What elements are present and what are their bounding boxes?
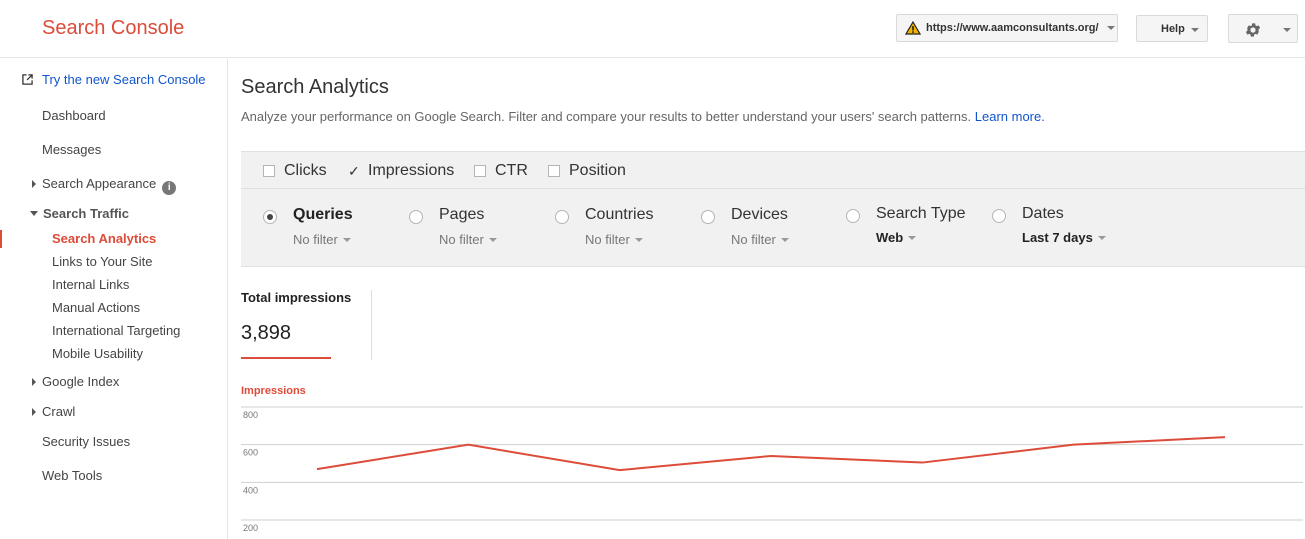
settings-button[interactable] (1228, 14, 1298, 43)
dimension-label: Dates (1022, 205, 1064, 222)
chevron-down-icon (1283, 28, 1291, 32)
series-line-impressions (316, 436, 1226, 472)
chevron-down-icon (1106, 26, 1115, 30)
dimension-label: Countries (585, 206, 654, 223)
sidebar-item-web-tools[interactable]: Web Tools (42, 468, 102, 483)
description-text: Analyze your performance on Google Searc… (241, 109, 972, 124)
dimensions-bar: Queries No filter Pages No filter Countr… (241, 189, 1305, 267)
collapse-arrow-icon[interactable] (30, 211, 38, 216)
filter-value: No filter (293, 232, 338, 247)
chevron-down-icon (488, 238, 497, 242)
sidebar-item-label: Search Appearance (42, 176, 157, 191)
chevron-down-icon (780, 238, 789, 242)
filter-dropdown[interactable]: Last 7 days (1022, 230, 1106, 245)
external-link-icon (22, 74, 33, 85)
metric-label: Clicks (284, 162, 327, 179)
radio-button[interactable] (701, 210, 715, 224)
radio-button[interactable] (992, 209, 1006, 223)
active-indicator (0, 230, 2, 248)
filter-dropdown[interactable]: Web (876, 230, 917, 245)
radio-button[interactable] (846, 209, 860, 223)
top-header: Search Console https://www.aamconsultant… (0, 0, 1305, 58)
dimension-label: Search Type (876, 205, 966, 222)
radio-button[interactable] (263, 210, 277, 224)
metric-label: CTR (495, 162, 528, 179)
metric-clicks[interactable]: Clicks (263, 162, 327, 180)
sidebar-item-security-issues[interactable]: Security Issues (42, 434, 130, 449)
dimension-label: Devices (731, 206, 788, 223)
site-url: https://www.aamconsultants.org/ (926, 22, 1099, 34)
radio-button[interactable] (409, 210, 423, 224)
warning-icon (905, 21, 921, 35)
filter-value: No filter (731, 232, 776, 247)
chevron-down-icon (1097, 236, 1106, 240)
gear-icon (1245, 23, 1261, 37)
filter-dropdown[interactable]: No filter (585, 232, 643, 247)
y-tick-label: 600 (243, 448, 258, 458)
sidebar-item-search-analytics[interactable]: Search Analytics (52, 231, 156, 246)
expand-arrow-icon[interactable] (32, 408, 36, 416)
sidebar: Try the new Search Console Dashboard Mes… (0, 59, 228, 539)
chart-title: Impressions (241, 385, 306, 397)
dimension-label: Pages (439, 206, 485, 223)
sidebar-item-messages[interactable]: Messages (42, 142, 101, 157)
chevron-down-icon (1191, 28, 1199, 32)
new-console-link[interactable]: Try the new Search Console (42, 72, 206, 87)
filter-value: Web (876, 230, 904, 245)
checkmark-icon[interactable]: ✓ (348, 163, 362, 180)
total-impressions-label: Total impressions (241, 290, 352, 305)
metric-label: Position (569, 162, 626, 179)
chevron-down-icon (634, 238, 643, 242)
filter-dropdown[interactable]: No filter (293, 232, 351, 247)
page-title: Search Analytics (241, 76, 389, 98)
help-label: Help (1161, 22, 1185, 35)
app-brand[interactable]: Search Console (42, 17, 184, 40)
info-icon[interactable]: i (162, 181, 177, 195)
help-button[interactable]: Help (1136, 15, 1208, 42)
chevron-down-icon (908, 236, 917, 240)
total-impressions-value: 3,898 (241, 322, 292, 344)
metric-ctr[interactable]: CTR (474, 162, 528, 180)
sidebar-item-search-appearance[interactable]: Search Appearance i (42, 176, 177, 195)
expand-arrow-icon[interactable] (32, 378, 36, 386)
filter-dropdown[interactable]: No filter (439, 232, 497, 247)
y-tick-label: 800 (243, 410, 258, 420)
filter-value: No filter (585, 232, 630, 247)
sidebar-item-search-traffic[interactable]: Search Traffic (43, 206, 129, 221)
sidebar-item-internal-links[interactable]: Internal Links (52, 277, 129, 292)
checkbox[interactable] (548, 165, 560, 177)
learn-more-link[interactable]: Learn more. (975, 109, 1045, 124)
sidebar-item-manual-actions[interactable]: Manual Actions (52, 300, 140, 315)
filter-value: No filter (439, 232, 484, 247)
sidebar-item-international-targeting[interactable]: International Targeting (52, 323, 180, 338)
filter-value: Last 7 days (1022, 230, 1093, 245)
metric-impressions[interactable]: ✓ Impressions (348, 162, 454, 180)
dimension-label: Queries (293, 206, 353, 223)
sidebar-item-links-to-your-site[interactable]: Links to Your Site (52, 254, 152, 269)
y-tick-label: 200 (243, 523, 258, 533)
checkbox[interactable] (263, 165, 275, 177)
sidebar-item-dashboard[interactable]: Dashboard (42, 108, 106, 123)
filter-dropdown[interactable]: No filter (731, 232, 789, 247)
expand-arrow-icon[interactable] (32, 180, 36, 188)
metric-position[interactable]: Position (548, 162, 626, 180)
radio-button[interactable] (555, 210, 569, 224)
total-underline (241, 357, 331, 359)
impressions-chart: 800 600 400 200 (241, 406, 1303, 533)
divider (371, 290, 372, 360)
metric-label: Impressions (368, 162, 455, 179)
site-selector[interactable]: https://www.aamconsultants.org/ (896, 14, 1118, 42)
metrics-bar: Clicks ✓ Impressions CTR Position (241, 151, 1305, 189)
page-description: Analyze your performance on Google Searc… (241, 109, 1045, 124)
y-tick-label: 400 (243, 485, 258, 495)
sidebar-item-crawl[interactable]: Crawl (42, 404, 75, 419)
sidebar-item-mobile-usability[interactable]: Mobile Usability (52, 346, 143, 361)
sidebar-item-google-index[interactable]: Google Index (42, 374, 119, 389)
checkbox[interactable] (474, 165, 486, 177)
chevron-down-icon (342, 238, 351, 242)
